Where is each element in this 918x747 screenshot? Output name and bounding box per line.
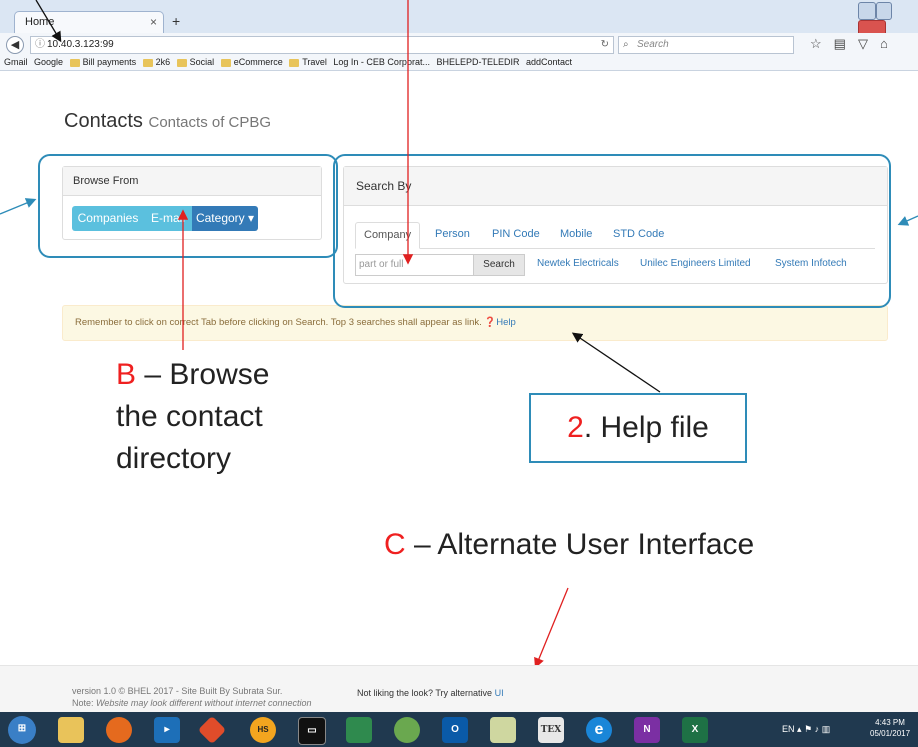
windows-taskbar: ⊞ ▸ HS ▭ O TEX e N X — [0, 712, 918, 747]
cmd-icon[interactable]: ▭ — [298, 717, 326, 745]
clock-date: 05/01/2017 — [870, 729, 911, 738]
onenote-icon[interactable]: N — [634, 717, 660, 743]
clock-time: 4:43 PM — [875, 718, 905, 727]
language-indicator[interactable]: EN — [782, 724, 795, 734]
volume-icon[interactable]: ♪ — [815, 724, 820, 734]
footer-version: version 1.0 © BHEL 2017 - Site Built By … — [72, 685, 311, 709]
start-button[interactable]: ⊞ — [8, 716, 36, 744]
version-text: version 1.0 © BHEL 2017 - Site Built By … — [72, 686, 283, 696]
arrow-to-address — [35, 0, 62, 43]
note-label: Note: — [72, 698, 94, 708]
git-icon[interactable] — [197, 715, 227, 745]
powershell-icon[interactable]: ▸ — [154, 717, 180, 743]
tex-icon[interactable]: TEX — [538, 717, 564, 743]
ie-icon[interactable]: e — [586, 717, 612, 743]
hs-icon[interactable]: HS — [250, 717, 276, 743]
outlook-icon[interactable]: O — [442, 717, 468, 743]
annotation-arrows — [0, 0, 918, 669]
taskbar-clock[interactable]: 4:43 PM 05/01/2017 — [870, 717, 910, 739]
explorer-icon[interactable] — [58, 717, 84, 743]
footer-alternative: Not liking the look? Try alternative UI — [357, 688, 504, 698]
excel-icon[interactable]: X — [682, 717, 708, 743]
tray-arrow-icon[interactable]: ▴ — [797, 724, 802, 734]
editor-icon[interactable] — [490, 717, 516, 743]
alt-ui-text: Not liking the look? Try alternative — [357, 688, 493, 698]
alt-ui-link[interactable]: UI — [495, 688, 504, 698]
system-tray: EN ▴ ⚑ ♪ ▥ — [782, 724, 830, 735]
arrow-to-help — [571, 332, 661, 393]
firefox-icon[interactable] — [106, 717, 132, 743]
arrow-left-edge — [0, 198, 37, 215]
android-icon[interactable] — [394, 717, 420, 743]
arrow-right-edge — [897, 215, 918, 226]
note-text: Website may look different without inter… — [96, 698, 312, 708]
network-icon[interactable]: ▥ — [822, 724, 831, 734]
app-icon[interactable] — [346, 717, 372, 743]
arrow-to-alt-ui — [534, 587, 569, 669]
flag-icon[interactable]: ⚑ — [804, 724, 812, 734]
